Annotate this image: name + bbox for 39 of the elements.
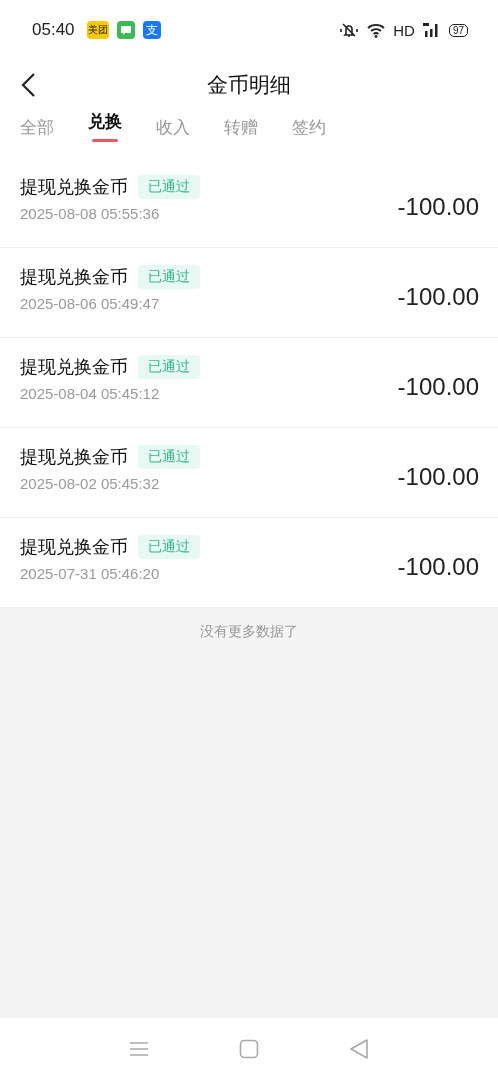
tab[interactable]: 全部 — [20, 116, 54, 158]
tab[interactable]: 转赠 — [224, 116, 258, 158]
status-time: 05:40 — [32, 20, 75, 40]
record-time: 2025-07-31 05:46:20 — [20, 565, 161, 582]
no-more-data-text: 没有更多数据了 — [200, 623, 298, 639]
tab[interactable]: 收入 — [156, 116, 190, 158]
network-label: HD — [393, 21, 415, 39]
home-icon[interactable] — [239, 1039, 259, 1059]
back-nav-icon[interactable] — [349, 1038, 369, 1060]
record-amount: -100.00 — [397, 372, 479, 401]
record-title: 提现兑换金币 — [20, 355, 128, 379]
message-app-icon — [116, 21, 135, 39]
status-badge: 已通过 — [138, 175, 200, 199]
tab[interactable]: 兑换 — [88, 110, 122, 158]
page-title: 金币明细 — [207, 72, 291, 99]
wifi-icon — [367, 22, 386, 38]
status-badge: 已通过 — [138, 265, 200, 289]
record-title: 提现兑换金币 — [20, 175, 128, 199]
record-time: 2025-08-06 05:49:47 — [20, 295, 161, 312]
record-title: 提现兑换金币 — [20, 535, 128, 559]
record-time: 2025-08-02 05:45:32 — [20, 475, 161, 492]
status-badge: 已通过 — [138, 355, 200, 379]
signal-icon — [422, 22, 441, 38]
record-amount: -100.00 — [397, 282, 479, 311]
status-badge: 已通过 — [138, 445, 200, 469]
record-amount: -100.00 — [397, 192, 479, 221]
tab[interactable]: 签约 — [292, 116, 326, 158]
record-time: 2025-08-08 05:55:36 — [20, 205, 161, 222]
record-title: 提现兑换金币 — [20, 265, 128, 289]
mute-icon — [339, 22, 360, 38]
record-amount: -100.00 — [397, 462, 479, 491]
record-amount: -100.00 — [397, 552, 479, 581]
battery-level: 97 — [448, 23, 468, 37]
menu-icon[interactable] — [129, 1041, 149, 1057]
record-time: 2025-08-04 05:45:12 — [20, 385, 161, 402]
app-icon: 支 — [142, 21, 161, 39]
record-title: 提现兑换金币 — [20, 445, 128, 469]
status-badge: 已通过 — [138, 535, 200, 559]
app-icon: 美团 — [86, 21, 109, 39]
